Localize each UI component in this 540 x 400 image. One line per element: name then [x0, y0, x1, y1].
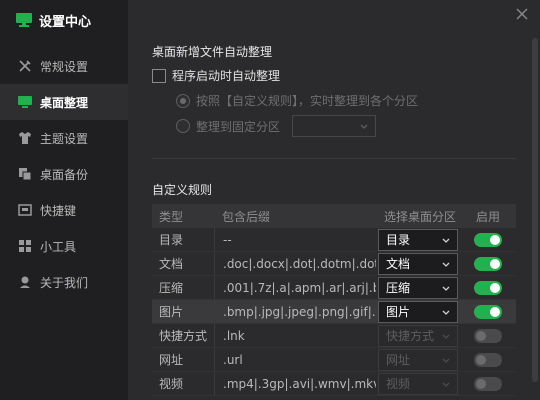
- radio-fixed-partition[interactable]: [176, 119, 190, 133]
- row-extensions: .lnk: [214, 324, 376, 347]
- rules-table: 类型 包含后缀 选择桌面分区 启用 目录 -- 目录 文档 .doc|.docx…: [152, 204, 516, 396]
- chevron-down-icon: [360, 124, 368, 129]
- column-header: 选择桌面分区: [384, 209, 457, 224]
- partition-select[interactable]: 目录: [378, 228, 458, 251]
- row-extensions: --: [214, 228, 376, 251]
- sidebar-item-label: 桌面整理: [40, 95, 89, 110]
- sidebar-item-about[interactable]: 关于我们: [0, 264, 128, 300]
- row-type: 快捷方式: [159, 329, 208, 343]
- enable-toggle[interactable]: [474, 256, 502, 271]
- chevron-down-icon: [442, 262, 450, 267]
- row-type: 文档: [159, 257, 184, 271]
- row-type: 压缩: [159, 281, 184, 295]
- brand-header: 设置中心: [0, 0, 128, 40]
- auto-organize-title: 桌面新增文件自动整理: [152, 45, 273, 59]
- partition-select[interactable]: 快捷方式: [378, 324, 458, 347]
- keyboard-icon: [18, 203, 32, 217]
- table-row: 视频 .mp4|.3gp|.avi|.wmv|.mkv|.mov 视频: [152, 372, 516, 396]
- sidebar-item-tools[interactable]: 小工具: [0, 228, 128, 264]
- radio-custom-rules-label: 按照【自定义规则】，实时整理到各个分区: [196, 94, 419, 108]
- sidebar-item-backup[interactable]: 桌面备份: [0, 156, 128, 192]
- sidebar-item-label: 快捷键: [40, 203, 77, 218]
- chevron-down-icon: [442, 334, 450, 339]
- sidebar-item-label: 常规设置: [40, 59, 89, 74]
- radio-custom-rules[interactable]: [176, 93, 190, 108]
- partition-select[interactable]: 文档: [378, 252, 458, 275]
- row-extensions: .doc|.docx|.dot|.dotm|.dotx|.docm: [214, 252, 376, 275]
- sidebar-item-label: 桌面备份: [40, 167, 89, 182]
- table-row: 网址 .url 网址: [152, 348, 516, 372]
- partition-select[interactable]: 网址: [378, 348, 458, 371]
- enable-toggle[interactable]: [474, 280, 502, 295]
- row-type: 目录: [159, 233, 184, 247]
- row-extensions: .url: [214, 348, 376, 371]
- startup-auto-organize-label: 程序启动时自动整理: [172, 69, 281, 83]
- sidebar-item-desktop-organize[interactable]: 桌面整理: [0, 84, 128, 120]
- scrollbar-thumb[interactable]: [532, 38, 538, 382]
- table-row: 目录 -- 目录: [152, 228, 516, 252]
- chevron-down-icon: [442, 238, 450, 243]
- enable-toggle[interactable]: [474, 328, 502, 343]
- shirt-icon: [18, 131, 32, 145]
- row-type: 网址: [159, 353, 184, 367]
- vertical-scrollbar[interactable]: [532, 12, 538, 390]
- radio-fixed-partition-label: 整理到固定分区: [196, 119, 281, 134]
- custom-rules-title: 自定义规则: [152, 183, 213, 197]
- sidebar-item-general[interactable]: 常规设置: [0, 48, 128, 84]
- sidebar-item-label: 关于我们: [40, 275, 89, 290]
- brand-title: 设置中心: [39, 14, 92, 30]
- chevron-down-icon: [442, 286, 450, 291]
- partition-select[interactable]: 压缩: [378, 276, 458, 299]
- table-header: 类型 包含后缀 选择桌面分区 启用: [152, 204, 516, 228]
- sidebar-item-shortcuts[interactable]: 快捷键: [0, 192, 128, 228]
- radio-custom-rules-row[interactable]: 按照【自定义规则】，实时整理到各个分区: [176, 92, 418, 109]
- copy-icon: [18, 167, 32, 181]
- grid-icon: [18, 239, 32, 253]
- column-header: 启用: [475, 209, 500, 224]
- chevron-down-icon: [442, 310, 450, 315]
- enable-toggle[interactable]: [474, 232, 502, 247]
- table-row: 图片 .bmp|.jpg|.jpeg|.png|.gif|.tif 图片: [152, 300, 516, 324]
- chevron-down-icon: [442, 382, 450, 387]
- table-row: 文档 .doc|.docx|.dot|.dotm|.dotx|.docm 文档: [152, 252, 516, 276]
- monitor-logo-icon: [16, 13, 32, 27]
- row-type: 视频: [159, 377, 184, 391]
- column-header: 包含后缀: [222, 209, 271, 224]
- row-type: 图片: [159, 305, 184, 319]
- table-row: 快捷方式 .lnk 快捷方式: [152, 324, 516, 348]
- monitor-icon: [18, 95, 32, 109]
- radio-fixed-partition-row[interactable]: 整理到固定分区: [176, 115, 377, 137]
- sidebar-item-label: 主题设置: [40, 131, 89, 146]
- sidebar: 设置中心 常规设置 桌面整理 主题设置 桌面备份 快捷键 小工具 关于我们: [0, 0, 128, 400]
- row-extensions: .mp4|.3gp|.avi|.wmv|.mkv|.mov: [214, 372, 376, 395]
- chevron-down-icon: [442, 358, 450, 363]
- section-divider: [152, 158, 516, 159]
- partition-select[interactable]: 视频: [378, 372, 458, 395]
- fixed-partition-select[interactable]: [292, 115, 377, 137]
- partition-select[interactable]: 图片: [378, 300, 458, 323]
- table-row: 压缩 .001|.7z|.a|.apm|.ar|.arj|.bz2 压缩: [152, 276, 516, 300]
- enable-toggle[interactable]: [474, 304, 502, 319]
- enable-toggle[interactable]: [474, 352, 502, 367]
- enable-toggle[interactable]: [474, 376, 502, 391]
- main-panel: 桌面新增文件自动整理 程序启动时自动整理 按照【自定义规则】，实时整理到各个分区…: [152, 0, 522, 400]
- wrench-icon: [18, 59, 32, 73]
- sidebar-item-label: 小工具: [40, 239, 77, 254]
- sidebar-item-theme[interactable]: 主题设置: [0, 120, 128, 156]
- startup-auto-organize-row[interactable]: 程序启动时自动整理: [152, 67, 280, 84]
- startup-auto-organize-checkbox[interactable]: [152, 68, 166, 83]
- row-extensions: .bmp|.jpg|.jpeg|.png|.gif|.tif: [214, 300, 376, 323]
- column-header: 类型: [159, 209, 184, 224]
- row-extensions: .001|.7z|.a|.apm|.ar|.arj|.bz2: [214, 276, 376, 299]
- person-icon: [18, 275, 32, 289]
